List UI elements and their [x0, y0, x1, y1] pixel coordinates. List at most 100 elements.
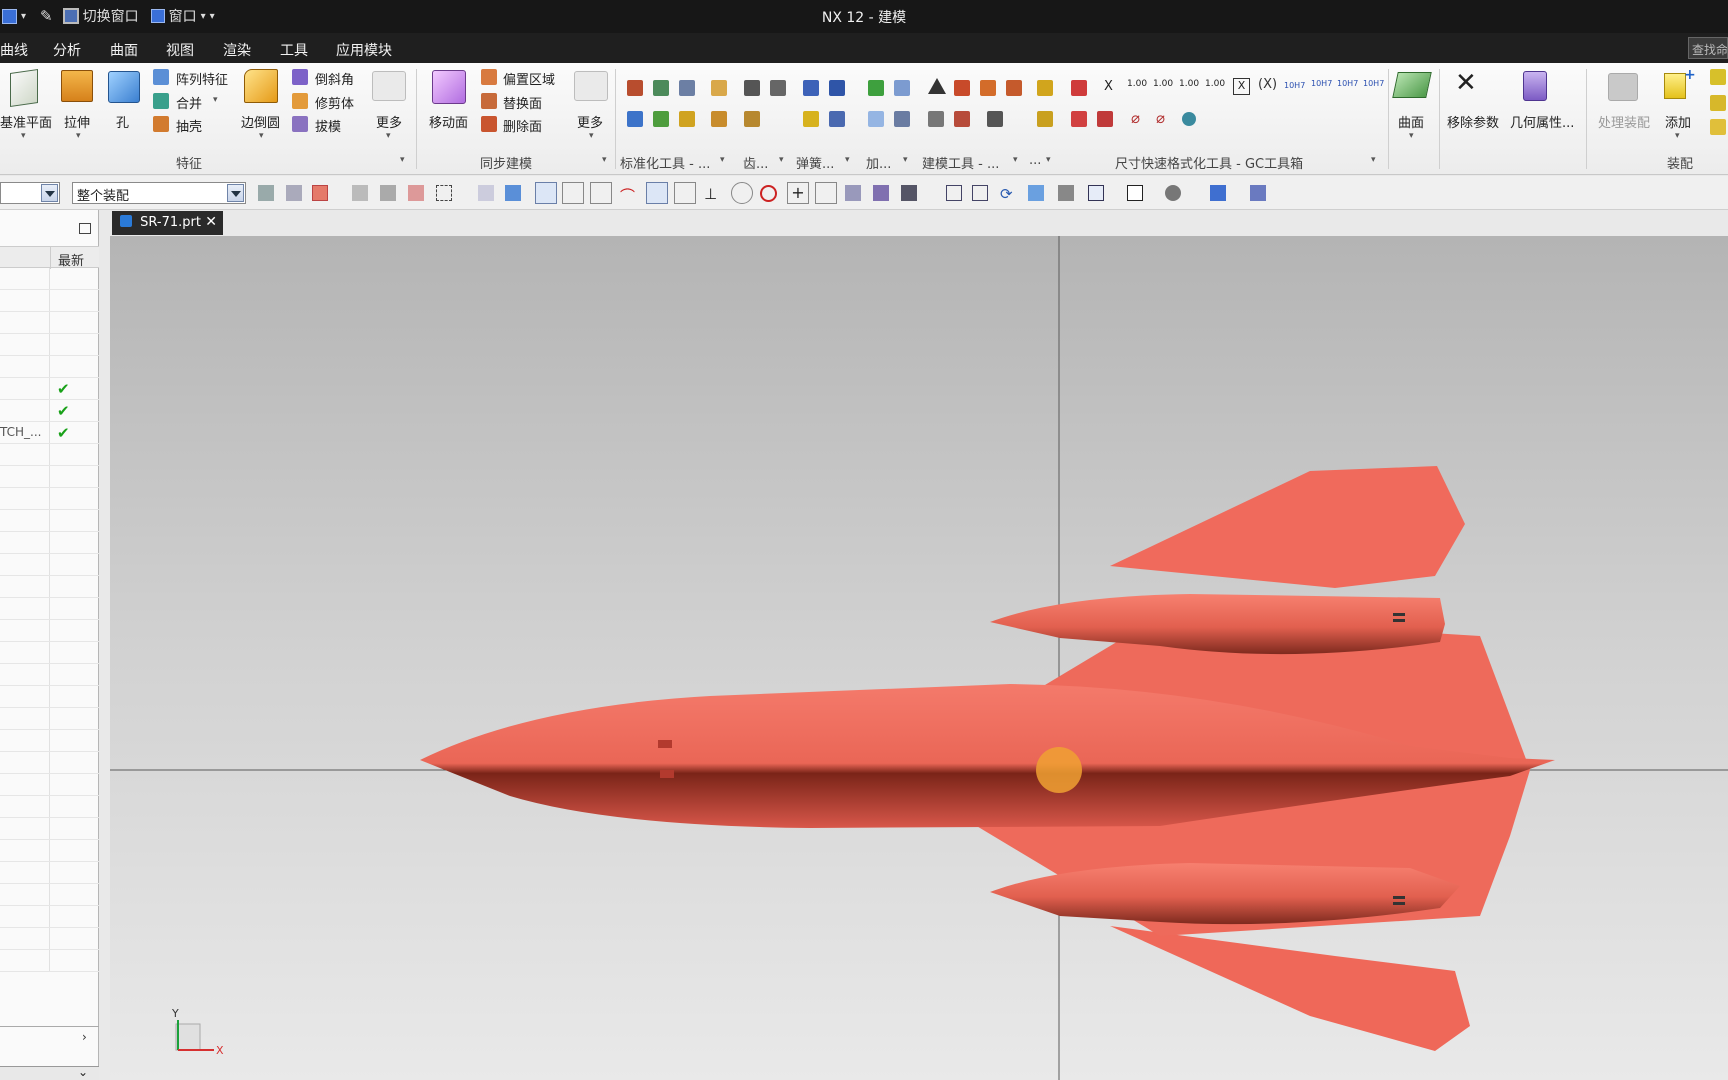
extrude-icon[interactable] [61, 70, 93, 102]
view-tool-icon[interactable] [1028, 185, 1044, 201]
trim-body-button[interactable]: 修剪体 [315, 93, 354, 112]
chevron-down-icon[interactable]: ▾ [602, 155, 607, 165]
gear-tool-icon[interactable] [744, 80, 760, 96]
rotate-icon[interactable]: ⟳ [1000, 185, 1016, 203]
details-panel-header[interactable]: ⌄ [0, 1065, 99, 1080]
list-item[interactable]: TCH_... ✔ [0, 422, 99, 445]
line-snap-icon[interactable] [815, 182, 837, 204]
line-snap-icon[interactable] [562, 182, 584, 204]
filter-tool-icon[interactable] [258, 185, 274, 201]
hole-button[interactable]: 孔 [116, 112, 129, 131]
view-tool-icon[interactable] [972, 185, 988, 201]
filter-tool-icon[interactable] [380, 185, 396, 201]
filter-tool-icon[interactable] [901, 185, 917, 201]
view-tool-icon[interactable] [946, 185, 962, 201]
assembly-tool-icon[interactable] [1710, 95, 1726, 111]
hole-icon[interactable] [108, 71, 140, 103]
fit-tolerance-button[interactable]: 10H7 [1284, 81, 1305, 90]
assembly-tool-icon[interactable] [1710, 119, 1726, 135]
view-tool-icon[interactable] [1165, 185, 1181, 201]
line-snap-icon[interactable] [590, 182, 612, 204]
view-tool-icon[interactable] [1250, 185, 1266, 201]
view-tool-icon[interactable] [1088, 185, 1104, 201]
delete-face-button[interactable]: 删除面 [503, 116, 542, 135]
chevron-down-icon[interactable]: ▾ [720, 155, 725, 165]
spline-snap-icon[interactable] [674, 182, 696, 204]
add-tool-icon[interactable] [868, 111, 884, 127]
standard-part-icon[interactable] [627, 111, 643, 127]
modeling-tool-icon[interactable] [954, 111, 970, 127]
move-face-button[interactable]: 移动面 [429, 112, 468, 131]
modeling-tool-icon[interactable] [1006, 80, 1022, 96]
standard-part-icon[interactable] [627, 80, 643, 96]
offset-region-button[interactable]: 偏置区域 [503, 69, 555, 88]
chevron-down-icon[interactable]: ▾ [400, 155, 405, 165]
close-icon[interactable]: ✕ [205, 214, 217, 230]
modeling-tools-label[interactable]: 建模工具 - ... [922, 153, 999, 172]
dim-paren-icon[interactable]: (X) [1258, 77, 1277, 92]
dimension-tool-icon[interactable] [1097, 111, 1113, 127]
chevron-down-icon[interactable]: ▾ [845, 155, 850, 165]
filter-tool-icon[interactable] [352, 185, 368, 201]
chamfer-button[interactable]: 倒斜角 [315, 69, 354, 88]
spring-icon[interactable] [803, 111, 819, 127]
spring-icon[interactable] [829, 80, 845, 96]
view-tool-icon[interactable] [1058, 185, 1074, 201]
filter-tool-icon[interactable] [286, 185, 302, 201]
extra-tool-icon[interactable] [1037, 111, 1053, 127]
standard-tools-label[interactable]: 标准化工具 - ... [620, 153, 710, 172]
surface-button[interactable]: 曲面 [1398, 112, 1424, 131]
dim-precision-button[interactable]: 1.00 [1127, 79, 1147, 89]
modeling-tool-icon[interactable] [987, 111, 1003, 127]
geometry-properties-icon[interactable] [1523, 71, 1547, 101]
menu-view[interactable]: 视图 [166, 40, 194, 60]
chevron-down-icon[interactable]: ▾ [259, 131, 264, 141]
remove-params-icon[interactable]: ✕ [1455, 68, 1477, 98]
type-filter-select[interactable] [0, 182, 60, 204]
dimension-tool-icon[interactable] [1182, 112, 1196, 126]
surface-icon[interactable] [1392, 72, 1432, 98]
add-group-label[interactable]: 加... [866, 153, 891, 172]
dim-precision-button[interactable]: 1.00 [1205, 79, 1225, 89]
extra-tool-icon[interactable] [1037, 80, 1053, 96]
dim-precision-button[interactable]: 1.00 [1179, 79, 1199, 89]
spring-icon[interactable] [803, 80, 819, 96]
list-item[interactable] [0, 268, 99, 291]
modeling-tool-icon[interactable] [928, 111, 944, 127]
filter-tool-icon[interactable] [845, 185, 861, 201]
standard-part-icon[interactable] [653, 111, 669, 127]
modeling-tool-icon[interactable] [980, 80, 996, 96]
menu-curve[interactable]: 曲线 [0, 40, 28, 60]
chevron-down-icon[interactable]: ▾ [1675, 131, 1680, 141]
list-item[interactable] [0, 290, 99, 313]
maximize-icon[interactable] [79, 223, 91, 234]
latest-column-header[interactable]: 最新 [50, 247, 84, 269]
dim-box-icon[interactable]: X [1233, 78, 1250, 95]
chevron-down-icon[interactable]: ▾ [213, 95, 218, 105]
menu-render[interactable]: 渲染 [223, 40, 251, 60]
remove-params-button[interactable]: 移除参数 [1447, 112, 1499, 131]
circle-snap-icon[interactable] [760, 185, 777, 202]
dimension-tool-icon[interactable] [1071, 111, 1087, 127]
list-item[interactable]: ✔ [0, 378, 99, 401]
shell-button[interactable]: 抽壳 [176, 116, 202, 135]
edge-blend-icon[interactable] [244, 69, 278, 103]
gear-tool-icon[interactable] [744, 111, 760, 127]
view-tool-icon[interactable] [1210, 185, 1226, 201]
modeling-tool-icon[interactable] [954, 80, 970, 96]
geometry-properties-button[interactable]: 几何属性... [1510, 112, 1574, 131]
select-all-icon[interactable] [312, 185, 328, 201]
chevron-down-icon[interactable]: ▾ [1046, 155, 1051, 165]
add-tool-icon[interactable] [868, 80, 884, 96]
chevron-down-icon[interactable]: ▾ [903, 155, 908, 165]
dim-precision-button[interactable]: 1.00 [1153, 79, 1173, 89]
chevron-down-icon[interactable]: ▾ [589, 131, 594, 141]
center-snap-icon[interactable] [731, 182, 753, 204]
diameter-icon[interactable]: ⌀ [1131, 109, 1140, 127]
chevron-down-icon[interactable]: ▾ [1409, 131, 1414, 141]
list-item[interactable]: ✔ [0, 400, 99, 423]
more-features-icon[interactable] [372, 71, 406, 101]
chevron-down-icon[interactable] [41, 184, 58, 202]
edge-blend-button[interactable]: 边倒圆 [241, 112, 280, 131]
unite-button[interactable]: 合并 [176, 93, 202, 112]
